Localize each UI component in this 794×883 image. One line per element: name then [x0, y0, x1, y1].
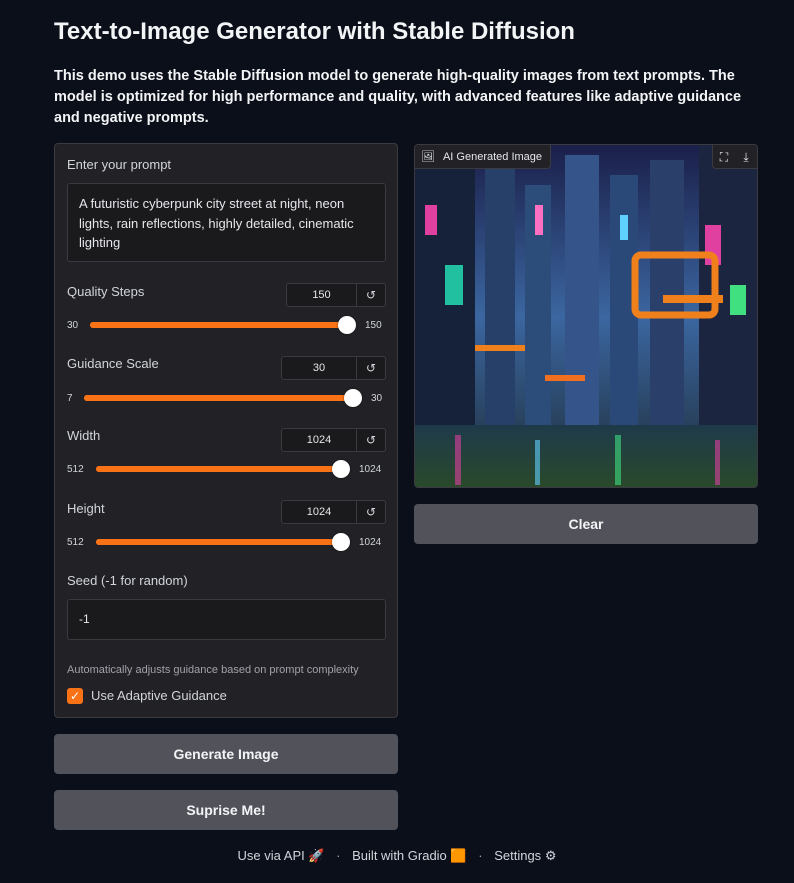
- slider-fill: [96, 539, 341, 545]
- footer-separator: ·: [478, 848, 483, 863]
- quality-steps-label: Quality Steps: [67, 284, 145, 299]
- quality-steps-max: 150: [365, 320, 382, 331]
- width-input[interactable]: 1024: [282, 429, 357, 451]
- clear-button[interactable]: Clear: [414, 504, 758, 544]
- slider-fill: [84, 395, 353, 401]
- guidance-scale-max: 30: [371, 393, 383, 404]
- image-toolbar: ⛶ ⤓: [712, 145, 757, 169]
- prompt-label: Enter your prompt: [67, 157, 172, 172]
- adaptive-guidance-label[interactable]: Use Adaptive Guidance: [91, 688, 227, 703]
- quality-steps-min: 30: [67, 320, 79, 331]
- prompt-textarea[interactable]: A futuristic cyberpunk city street at ni…: [67, 183, 386, 262]
- guidance-scale-slider[interactable]: [84, 389, 362, 407]
- slider-fill: [96, 466, 341, 472]
- quality-steps-reset-icon[interactable]: ↺: [357, 284, 385, 306]
- page-title: Text-to-Image Generator with Stable Diff…: [54, 18, 575, 45]
- generated-image-panel: 🖼 AI Generated Image ⛶ ⤓: [414, 144, 758, 488]
- height-slider[interactable]: [96, 533, 350, 551]
- download-icon[interactable]: ⤓: [735, 145, 757, 168]
- guidance-scale-input[interactable]: 30: [282, 357, 357, 379]
- height-min: 512: [67, 537, 84, 548]
- slider-fill: [90, 322, 347, 328]
- width-slider[interactable]: [96, 460, 350, 478]
- gradio-logo-icon: 🟧: [450, 848, 467, 863]
- height-number: 1024 ↺: [281, 500, 386, 524]
- rocket-icon: 🚀: [308, 848, 325, 863]
- footer: Use via API 🚀 · Built with Gradio 🟧 · Se…: [0, 848, 794, 864]
- image-label: 🖼 AI Generated Image: [415, 145, 552, 169]
- quality-steps-input[interactable]: 150: [287, 284, 357, 306]
- height-reset-icon[interactable]: ↺: [357, 501, 385, 523]
- width-label: Width: [67, 428, 101, 443]
- settings-gear-icon: ⚙: [544, 848, 557, 863]
- seed-label: Seed (-1 for random): [67, 573, 188, 588]
- page-description: This demo uses the Stable Diffusion mode…: [54, 68, 742, 126]
- use-via-api-link[interactable]: Use via API: [238, 848, 305, 863]
- quality-steps-number: 150 ↺: [286, 283, 386, 307]
- surprise-me-button[interactable]: Suprise Me!: [54, 790, 398, 830]
- built-with-gradio-link[interactable]: Built with Gradio: [352, 848, 447, 863]
- guidance-scale-min: 7: [67, 393, 73, 404]
- height-label: Height: [67, 501, 105, 516]
- image-icon: 🖼: [421, 150, 435, 163]
- generate-image-button[interactable]: Generate Image: [54, 734, 398, 774]
- footer-separator: ·: [336, 848, 341, 863]
- seed-input[interactable]: -1: [67, 599, 386, 640]
- slider-thumb[interactable]: [338, 316, 356, 334]
- width-min: 512: [67, 464, 84, 475]
- image-label-text: AI Generated Image: [442, 150, 543, 163]
- quality-steps-slider[interactable]: [90, 316, 356, 334]
- generated-image: [415, 145, 757, 487]
- guidance-scale-reset-icon[interactable]: ↺: [357, 357, 385, 379]
- adaptive-guidance-info: Automatically adjusts guidance based on …: [67, 664, 359, 676]
- guidance-scale-label: Guidance Scale: [67, 356, 159, 371]
- height-max: 1024: [359, 537, 382, 548]
- width-reset-icon[interactable]: ↺: [357, 429, 385, 451]
- width-max: 1024: [359, 464, 382, 475]
- slider-thumb[interactable]: [332, 533, 350, 551]
- slider-thumb[interactable]: [332, 460, 350, 478]
- settings-panel: Enter your prompt A futuristic cyberpunk…: [54, 143, 398, 718]
- guidance-scale-number: 30 ↺: [281, 356, 386, 380]
- settings-link[interactable]: Settings: [494, 848, 541, 863]
- fullscreen-icon[interactable]: ⛶: [713, 145, 735, 168]
- adaptive-guidance-checkbox[interactable]: ✓: [67, 688, 83, 704]
- width-number: 1024 ↺: [281, 428, 386, 452]
- height-input[interactable]: 1024: [282, 501, 357, 523]
- slider-thumb[interactable]: [344, 389, 362, 407]
